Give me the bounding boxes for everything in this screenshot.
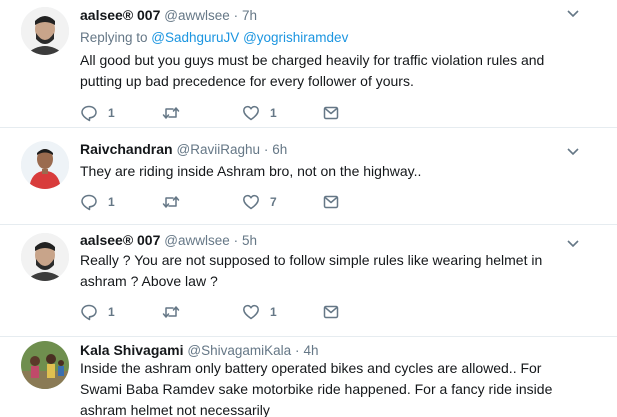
user-handle[interactable]: @awwlsee — [164, 8, 229, 23]
avatar[interactable] — [21, 141, 69, 189]
heart-icon — [243, 194, 259, 210]
reply-icon — [81, 304, 97, 321]
timestamp[interactable]: 7h — [242, 8, 257, 23]
like-button[interactable]: 7 — [242, 192, 277, 212]
timestamp[interactable]: 4h — [303, 343, 318, 358]
action-bar: 1 7 — [80, 192, 380, 212]
tweet-header: aalsee® 007 @awwlsee · 5h — [80, 231, 257, 250]
tweet-text: They are riding inside Ashram bro, not o… — [80, 163, 422, 179]
mention-link[interactable]: @SadhguruJV — [151, 30, 239, 45]
like-button[interactable]: 1 — [242, 302, 277, 322]
reply-button[interactable]: 1 — [80, 192, 115, 212]
retweet-icon — [162, 196, 180, 208]
tweet-text: Inside the ashram only battery operated … — [80, 360, 553, 417]
timestamp[interactable]: 5h — [242, 233, 257, 248]
retweet-button[interactable] — [162, 103, 190, 123]
like-count: 1 — [270, 305, 277, 319]
separator-dot: · — [233, 233, 239, 248]
retweet-button[interactable] — [162, 302, 190, 322]
tweet-reply[interactable]: aalsee® 007 @awwlsee · 5h Really ? You a… — [0, 225, 617, 337]
mention-link[interactable]: @yogrishiramdev — [243, 30, 348, 45]
user-handle[interactable]: @awwlsee — [164, 233, 229, 248]
avatar[interactable] — [21, 7, 69, 55]
retweet-icon — [162, 107, 180, 119]
chevron-down-icon[interactable] — [565, 146, 581, 158]
heart-icon — [243, 304, 259, 320]
reply-button[interactable]: 1 — [80, 103, 115, 123]
separator-dot: · — [263, 142, 269, 157]
display-name[interactable]: aalsee® 007 — [80, 7, 160, 23]
envelope-icon — [323, 106, 339, 120]
user-handle[interactable]: @RaviiRaghu — [176, 142, 260, 157]
tweet-reply[interactable]: aalsee® 007 @awwlsee · 7h Replying to @S… — [0, 0, 617, 128]
tweet-text: All good but you guys must be charged he… — [80, 52, 545, 89]
direct-message-button[interactable] — [322, 192, 340, 212]
tweet-header: Raivchandran @RaviiRaghu · 6h — [80, 140, 287, 159]
reply-count: 1 — [108, 195, 115, 209]
action-bar: 1 1 — [80, 302, 380, 322]
direct-message-button[interactable] — [322, 302, 340, 322]
replying-to: Replying to @SadhguruJV @yogrishiramdev — [80, 29, 348, 47]
reply-icon — [81, 105, 97, 122]
tweet-reply[interactable]: Raivchandran @RaviiRaghu · 6h They are r… — [0, 128, 617, 225]
tweet-header: aalsee® 007 @awwlsee · 7h — [80, 6, 257, 25]
like-count: 1 — [270, 106, 277, 120]
retweet-icon — [162, 306, 180, 318]
tweet-text: Really ? You are not supposed to follow … — [80, 252, 543, 289]
avatar[interactable] — [21, 233, 69, 281]
envelope-icon — [323, 305, 339, 319]
display-name[interactable]: aalsee® 007 — [80, 232, 160, 248]
reply-count: 1 — [108, 106, 115, 120]
reply-button[interactable]: 1 — [80, 302, 115, 322]
direct-message-button[interactable] — [322, 103, 340, 123]
like-button[interactable]: 1 — [242, 103, 277, 123]
tweet-reply[interactable]: Kala Shivagami @ShivagamiKala · 4h Insid… — [0, 337, 617, 417]
display-name[interactable]: Raivchandran — [80, 141, 173, 157]
heart-icon — [243, 105, 259, 121]
like-count: 7 — [270, 195, 277, 209]
user-handle[interactable]: @ShivagamiKala — [187, 343, 291, 358]
action-bar: 1 1 — [80, 103, 380, 123]
replying-to-label: Replying to — [80, 30, 152, 45]
envelope-icon — [323, 195, 339, 209]
timestamp[interactable]: 6h — [272, 142, 287, 157]
avatar[interactable] — [21, 341, 69, 389]
separator-dot: · — [233, 8, 239, 23]
retweet-button[interactable] — [162, 192, 190, 212]
reply-icon — [81, 194, 97, 211]
separator-dot: · — [295, 343, 300, 358]
display-name[interactable]: Kala Shivagami — [80, 342, 184, 358]
chevron-down-icon[interactable] — [565, 238, 581, 250]
reply-count: 1 — [108, 305, 115, 319]
chevron-down-icon[interactable] — [565, 8, 581, 20]
